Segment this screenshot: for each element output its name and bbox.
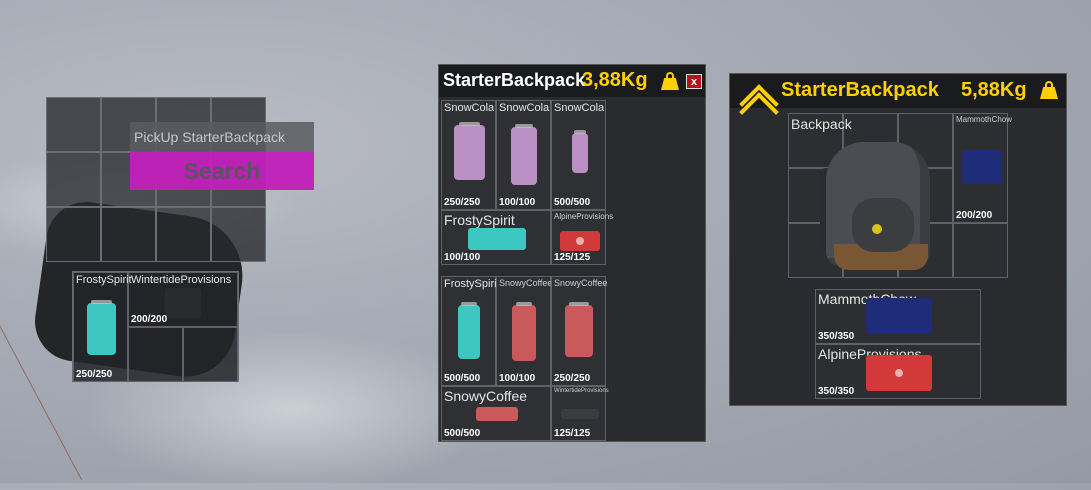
weight-value: 5,88Kg (961, 79, 1027, 101)
grid-cell[interactable] (101, 207, 156, 262)
ration-pack-icon (165, 288, 201, 318)
grid-cell[interactable] (46, 152, 101, 207)
inventory-item-snowycoffee[interactable]: SnowyCoffee 100/100 (496, 276, 553, 386)
item-quantity: 250/250 (76, 369, 113, 380)
item-name: FrostySpirit (76, 274, 132, 286)
item-name: FrostySpirit (444, 278, 500, 290)
item-quantity: 100/100 (499, 373, 536, 384)
chevron-up-icon[interactable] (739, 82, 779, 132)
food-box-icon (866, 298, 932, 334)
backpack-slot-label: Backpack (791, 116, 852, 132)
item-quantity: 250/250 (444, 197, 481, 208)
can-icon (458, 302, 480, 359)
item-name: SnowyCoffee (554, 278, 608, 288)
weight-value: 3,88Kg (582, 69, 648, 91)
floor-inventory[interactable]: FrostySpirit 250/250 WintertideProvision… (72, 271, 239, 382)
ration-pack-icon (866, 355, 932, 391)
weight-icon (661, 72, 679, 90)
item-name: SnowCola (554, 102, 605, 114)
item-quantity: 125/125 (554, 428, 591, 439)
item-quantity: 500/500 (444, 373, 481, 384)
item-quantity: 500/500 (444, 428, 481, 439)
item-quantity: 200/200 (956, 210, 993, 221)
item-name: SnowCola (444, 102, 495, 114)
close-button[interactable]: x (686, 74, 702, 89)
grid-cell[interactable] (128, 327, 183, 382)
item-quantity: 125/125 (554, 252, 591, 263)
grid-cell[interactable] (953, 223, 1008, 278)
item-quantity: 250/250 (554, 373, 591, 384)
inventory-item-snowcola[interactable]: SnowCola 250/250 (441, 100, 496, 210)
middle-backpack-panel[interactable]: StarterBackpack 3,88Kg x SnowCola 250/25… (438, 64, 706, 442)
grid-cell[interactable] (183, 327, 238, 382)
inventory-item-frostyspirit[interactable]: FrostySpirit 500/500 (441, 276, 500, 386)
floor-item-frostyspirit[interactable]: FrostySpirit 250/250 (73, 272, 132, 382)
inventory-item-wintertideprovisions[interactable]: WintertideProvisions 125/125 (551, 386, 609, 441)
ration-pack-icon (560, 231, 600, 251)
floor-item-wintertideprovisions[interactable]: WintertideProvisions 200/200 (128, 272, 238, 327)
inventory-item-alpineprovisions[interactable]: AlpineProvisions 125/125 (551, 210, 613, 265)
item-name: WintertideProvisions (554, 388, 609, 394)
grid-cell[interactable] (46, 207, 101, 262)
backpack-icon[interactable] (818, 132, 936, 272)
food-box-icon (962, 150, 1002, 184)
inventory-item-snowcola[interactable]: SnowCola 500/500 (551, 100, 606, 210)
item-quantity: 500/500 (554, 197, 591, 208)
weight-icon (1040, 81, 1058, 99)
ration-pack-icon (561, 409, 599, 419)
item-quantity: 350/350 (818, 386, 855, 397)
right-backpack-panel[interactable]: StarterBackpack 5,88Kg Backpack MammothC… (729, 73, 1067, 406)
inventory-item-frostyspirit[interactable]: FrostySpirit 100/100 (441, 210, 551, 265)
panel-header[interactable]: StarterBackpack 5,88Kg (730, 74, 1066, 132)
item-name: SnowCola (499, 102, 550, 114)
can-icon (454, 122, 485, 180)
panel-title: StarterBackpack (781, 79, 939, 101)
item-name: MammothChow (956, 115, 1013, 124)
can-icon (476, 407, 518, 421)
item-quantity: 100/100 (444, 252, 481, 263)
inventory-item-mammothchow[interactable]: MammothChow 350/350 (815, 289, 981, 344)
item-name: SnowyCoffee (499, 278, 553, 288)
item-name: SnowyCoffee (444, 388, 528, 404)
can-icon (468, 228, 526, 250)
can-icon (87, 300, 116, 355)
grid-cell[interactable] (46, 97, 101, 152)
can-icon (572, 130, 588, 173)
item-name: FrostySpirit (444, 212, 515, 228)
search-button[interactable]: Search (130, 152, 314, 190)
inventory-item-alpineprovisions[interactable]: AlpineProvisions 350/350 (815, 344, 981, 399)
item-quantity: 100/100 (499, 197, 536, 208)
inventory-item-snowycoffee[interactable]: SnowyCoffee 500/500 (441, 386, 551, 441)
can-icon (565, 302, 593, 357)
inventory-item-snowcola[interactable]: SnowCola 100/100 (496, 100, 551, 210)
panel-title: StarterBackpack (443, 70, 586, 90)
item-name: WintertideProvisions (131, 274, 232, 286)
can-icon (511, 124, 537, 185)
pickup-tooltip: PickUp StarterBackpack (130, 122, 314, 152)
panel-header[interactable]: StarterBackpack 3,88Kg x (439, 65, 705, 97)
grid-cell[interactable] (156, 207, 211, 262)
grid-cell[interactable] (211, 207, 266, 262)
inventory-item-snowycoffee[interactable]: SnowyCoffee 250/250 (551, 276, 608, 386)
can-icon (512, 302, 536, 361)
inventory-item-mammothchow[interactable]: MammothChow 200/200 (953, 113, 1012, 223)
item-quantity: 200/200 (131, 314, 168, 325)
item-name: AlpineProvisions (554, 212, 614, 221)
item-quantity: 350/350 (818, 331, 855, 342)
